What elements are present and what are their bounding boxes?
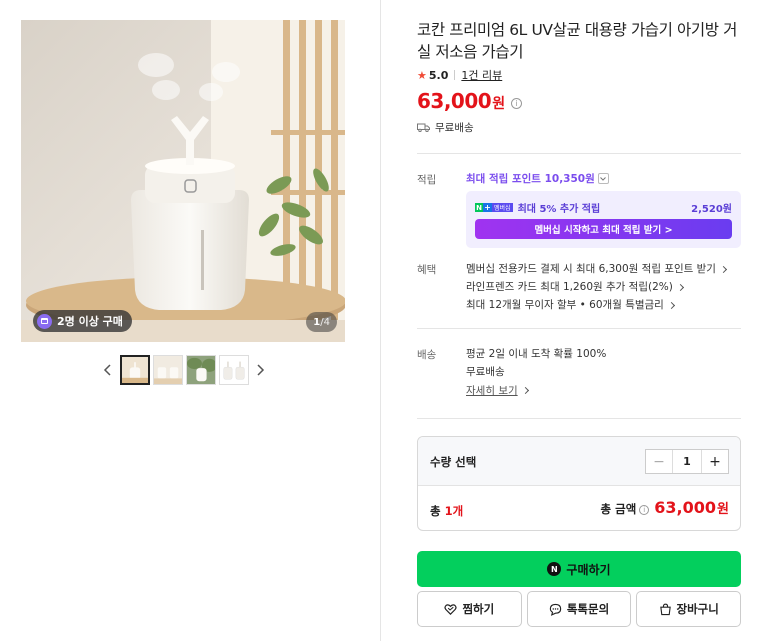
page-total: /4: [320, 316, 330, 328]
quantity-selector-row: 수량 선택 − 1 +: [418, 437, 740, 486]
chevron-right-icon: [719, 265, 728, 273]
buy-button[interactable]: N 구매하기: [417, 551, 741, 587]
chevron-left-icon: [103, 364, 111, 376]
multi-purchase-label: 2명 이상 구매: [57, 315, 123, 328]
total-info-icon[interactable]: i: [639, 505, 650, 515]
membership-extra-text: 최대 5% 추가 적립: [517, 204, 601, 215]
multi-purchase-badge: 2명 이상 구매: [33, 310, 132, 332]
delivery-fee: 무료배송: [466, 366, 505, 378]
product-title: 코칸 프리미엄 6L UV살균 대용량 가습기 아기방 거실 저소음 가습기: [417, 21, 738, 61]
price-unit: 원: [492, 96, 506, 112]
chevron-right-icon: [667, 301, 675, 309]
delivery-info: 평균 2일 이내 도착 확률 100% 무료배송: [466, 345, 606, 381]
chevron-right-icon: [521, 386, 529, 395]
shopping-bag-icon: [37, 313, 52, 329]
benefits-label: 혜택: [417, 264, 437, 276]
start-membership-button[interactable]: 멤버십 시작하고 최대 적립 받기 >: [475, 219, 732, 239]
thumbnail-next-button[interactable]: [250, 355, 272, 385]
buy-button-label: 구매하기: [566, 562, 611, 577]
shipping-summary: 무료배송: [417, 120, 474, 135]
points-label: 적립: [417, 174, 437, 186]
chevron-down-icon: [597, 173, 609, 184]
page-current: 1: [313, 316, 321, 328]
quantity-label: 수량 선택: [430, 455, 477, 469]
max-points-row[interactable]: 최대 적립 포인트 10,350원: [466, 171, 609, 186]
benefit-item[interactable]: 라인프렌즈 카드 최대 1,260원 추가 적립(2%): [466, 278, 726, 296]
shopping-bag-icon: [659, 603, 671, 615]
membership-extra-points: N + 멤버십 최대 5% 추가 적립 2,520원: [475, 200, 732, 215]
benefits-list: 멤버십 전용카드 결제 시 최대 6,300원 적립 포인트 받기 라인프렌즈 …: [466, 260, 728, 314]
delivery-label: 배송: [417, 349, 437, 361]
price-info-icon[interactable]: i: [511, 98, 523, 109]
chevron-right-icon: [257, 364, 265, 376]
chat-bubble-icon: [549, 603, 562, 616]
delivery-arrival-rate: 평균 2일 이내 도착 확률 100%: [466, 348, 607, 360]
membership-box: N + 멤버십 최대 5% 추가 적립 2,520원 멤버십 시작하고 최대 적…: [466, 191, 741, 248]
talktalk-inquiry-button[interactable]: 톡톡문의: [526, 591, 632, 627]
naverpay-membership-icon: N + 멤버십: [475, 203, 513, 212]
rating-summary: ★ 5.0 1건 리뷰: [417, 67, 502, 83]
cart-button[interactable]: 장바구니: [636, 591, 742, 627]
wishlist-button[interactable]: 찜하기: [417, 591, 522, 627]
naverpay-n-icon: N: [547, 562, 562, 576]
max-points-text: 최대 적립 포인트 10,350원: [466, 173, 595, 185]
total-count-value: 1개: [444, 504, 464, 518]
truck-icon: [417, 123, 430, 132]
benefit-item[interactable]: 멤버십 전용카드 결제 시 최대 6,300원 적립 포인트 받기: [466, 260, 728, 278]
thumbnail-1[interactable]: [119, 355, 150, 385]
total-amount-unit: 원: [717, 502, 729, 517]
rating-score: 5.0: [428, 68, 449, 82]
thumbnail-2[interactable]: [152, 355, 183, 385]
product-gallery: 2명 이상 구매 1 /4: [0, 0, 380, 641]
total-count: 총 1개: [430, 504, 464, 518]
thumbnail-3[interactable]: [185, 355, 216, 385]
heart-icon: [444, 603, 458, 615]
shipping-label: 무료배송: [435, 122, 474, 134]
divider: [417, 328, 741, 329]
image-page-indicator: 1 /4: [306, 312, 337, 332]
membership-extra-amount: 2,520원: [691, 204, 732, 215]
review-count-link[interactable]: 1건 리뷰: [461, 67, 502, 83]
star-icon: ★: [417, 68, 427, 82]
quantity-minus-button[interactable]: −: [646, 450, 672, 473]
quantity-value[interactable]: 1: [672, 450, 702, 473]
thumbnail-prev-button[interactable]: [96, 355, 118, 385]
quantity-box: 수량 선택 − 1 + 총 1개 총 금액 i 63,000 원: [417, 436, 741, 531]
secondary-actions: 찜하기 톡톡문의 장바구니: [417, 591, 742, 627]
rating-separator: [454, 70, 456, 80]
column-divider: [380, 0, 381, 641]
total-amount-label: 총 금액: [600, 502, 637, 516]
divider: [417, 418, 741, 419]
total-amount: 총 금액 i 63,000 원: [601, 498, 729, 517]
quantity-plus-button[interactable]: +: [702, 450, 728, 473]
delivery-detail-link[interactable]: 자세히 보기: [466, 383, 529, 398]
price-amount: 63,000: [417, 89, 492, 113]
thumbnail-strip: [96, 355, 272, 385]
divider: [417, 153, 741, 154]
wishlist-label: 찜하기: [462, 602, 495, 616]
quantity-stepper: − 1 +: [645, 449, 729, 474]
product-price: 63,000 원 i: [417, 89, 523, 113]
thumbnail-4[interactable]: [218, 355, 249, 385]
benefit-item[interactable]: 최대 12개월 무이자 할부 • 60개월 특별금리: [466, 296, 726, 314]
talktalk-label: 톡톡문의: [566, 602, 610, 616]
product-main-image[interactable]: 2명 이상 구매 1 /4: [21, 20, 345, 342]
cart-label: 장바구니: [676, 602, 719, 616]
chevron-right-icon: [676, 283, 684, 291]
total-amount-value: 63,000: [654, 498, 717, 517]
